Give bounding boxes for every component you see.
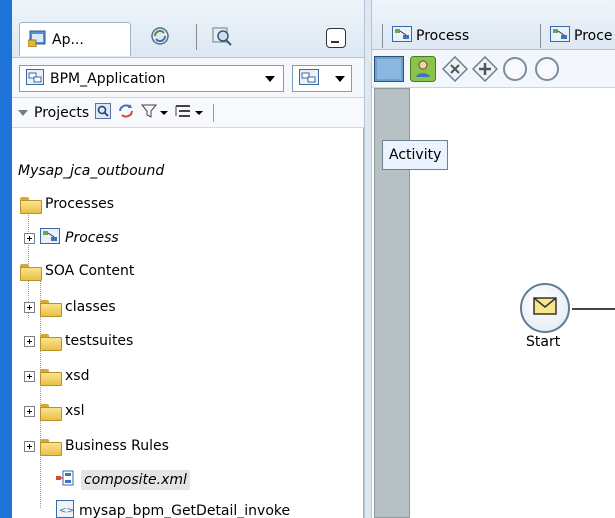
end-event-icon[interactable] — [534, 56, 560, 82]
tree-item-label: testsuites — [65, 333, 134, 349]
tab-separator — [540, 24, 541, 48]
minimize-panel-button[interactable] — [326, 28, 346, 48]
filter-icon[interactable] — [141, 103, 158, 123]
tree-item-business-rules[interactable]: Business Rules — [24, 433, 169, 459]
bpmn-palette — [372, 50, 615, 88]
tree-item-label: Process — [65, 230, 119, 246]
project-tree: Mysap_jca_outbound Processes Process SOA… — [12, 128, 364, 518]
search-resources-icon — [211, 25, 233, 51]
palette-tooltip: Activity — [382, 140, 449, 170]
application-select-value: BPM_Application — [50, 70, 166, 87]
tree-item-process[interactable]: Process — [24, 225, 119, 251]
tree-item-xsd[interactable]: xsd — [24, 363, 89, 389]
tree-item-soa-content[interactable]: SOA Content — [20, 258, 134, 284]
process-icon — [392, 26, 412, 46]
activity-icon[interactable] — [374, 56, 404, 82]
tree-item-label: classes — [65, 299, 116, 315]
toolbar-separator — [213, 103, 215, 122]
process-editor: Process Proce Activity Start — [372, 0, 615, 518]
folder-icon — [40, 333, 62, 351]
tree-item-xsl[interactable]: xsl — [24, 398, 84, 424]
tab-process-label: Process — [416, 28, 470, 44]
tree-item-label: xsl — [65, 403, 85, 419]
folder-icon — [40, 368, 62, 386]
tree-item-label: xsd — [65, 368, 90, 384]
working-sets-dropdown-icon[interactable] — [195, 110, 204, 115]
exclusive-gateway-icon[interactable] — [441, 55, 469, 83]
panel-splitter[interactable] — [364, 0, 372, 518]
start-event-icon[interactable] — [502, 56, 528, 82]
navigator-tab-strip: Ap... — [12, 0, 364, 58]
expand-icon[interactable] — [24, 440, 35, 452]
chevron-down-icon — [265, 76, 275, 82]
folder-icon — [20, 196, 42, 214]
tree-item-label: SOA Content — [45, 263, 135, 279]
start-event[interactable] — [520, 283, 570, 333]
applications-icon — [27, 29, 48, 51]
tree-root-label: Mysap_jca_outbound — [18, 163, 165, 179]
tree-root-project[interactable]: Mysap_jca_outbound — [18, 158, 164, 184]
wsdl-icon: <> — [56, 500, 74, 518]
svg-text:<>: <> — [59, 506, 74, 516]
folder-icon — [40, 299, 62, 317]
tooltip-text: Activity — [389, 147, 442, 163]
window-left-edge — [0, 0, 12, 518]
expand-icon[interactable] — [24, 232, 35, 244]
tree-item-label: Processes — [45, 196, 115, 212]
tree-item-label: mysap_bpm_GetDetail_invoke — [79, 503, 291, 518]
editor-tab-strip: Process Proce — [372, 0, 615, 50]
chevron-down-icon — [335, 76, 345, 82]
tab-process-2-label: Proce — [574, 28, 613, 44]
projects-toolbar: Projects — [12, 98, 364, 128]
tab-process[interactable]: Process — [386, 22, 469, 50]
application-icon — [26, 68, 44, 89]
tree-item-classes[interactable]: classes — [24, 294, 116, 320]
process-icon — [550, 26, 570, 46]
working-sets-icon[interactable] — [174, 103, 192, 123]
tree-item-processes[interactable]: Processes — [20, 191, 114, 217]
application-navigator-panel: Ap... BPM_Application Projects Mysap_jca… — [12, 0, 364, 518]
application-selector-row: BPM_Application — [12, 58, 364, 98]
application-select[interactable]: BPM_Application — [19, 65, 284, 92]
tree-item-label: Business Rules — [65, 438, 169, 454]
refresh-icon[interactable] — [117, 103, 135, 123]
tab-search-resources[interactable] — [202, 22, 242, 54]
process-icon — [40, 228, 60, 248]
folder-icon — [20, 263, 42, 281]
user-task-icon[interactable] — [410, 56, 436, 82]
expand-icon[interactable] — [24, 370, 35, 382]
composite-icon — [56, 469, 76, 491]
tree-item-composite-xml[interactable]: composite.xml — [56, 467, 190, 493]
tab-resource-palette[interactable] — [140, 22, 180, 54]
resource-palette-icon — [150, 26, 170, 50]
tree-item-testsuites[interactable]: testsuites — [24, 328, 133, 354]
filter-dropdown-icon[interactable] — [160, 110, 169, 115]
tab-separator — [382, 24, 383, 48]
tab-process-2[interactable]: Proce — [544, 22, 613, 50]
projects-label[interactable]: Projects — [34, 105, 89, 121]
tree-item-label: composite.xml — [81, 470, 190, 490]
application-menu-icon — [299, 68, 319, 89]
expand-icon[interactable] — [24, 335, 35, 347]
start-event-label: Start — [526, 334, 561, 350]
expand-icon[interactable] — [24, 405, 35, 417]
search-icon[interactable] — [95, 102, 112, 123]
collapse-triangle-icon[interactable] — [18, 109, 28, 116]
expand-icon[interactable] — [24, 301, 35, 313]
application-menu-button[interactable] — [292, 65, 352, 92]
sequence-flow[interactable] — [572, 308, 615, 310]
folder-icon — [40, 403, 62, 421]
parallel-gateway-icon[interactable] — [471, 55, 499, 83]
tab-applications-label: Ap... — [52, 31, 84, 48]
message-envelope-icon — [533, 297, 557, 319]
tab-separator — [196, 24, 197, 50]
folder-icon — [40, 438, 62, 456]
tab-applications[interactable]: Ap... — [19, 22, 131, 56]
tree-item-wsdl[interactable]: <> mysap_bpm_GetDetail_invoke — [56, 498, 290, 518]
